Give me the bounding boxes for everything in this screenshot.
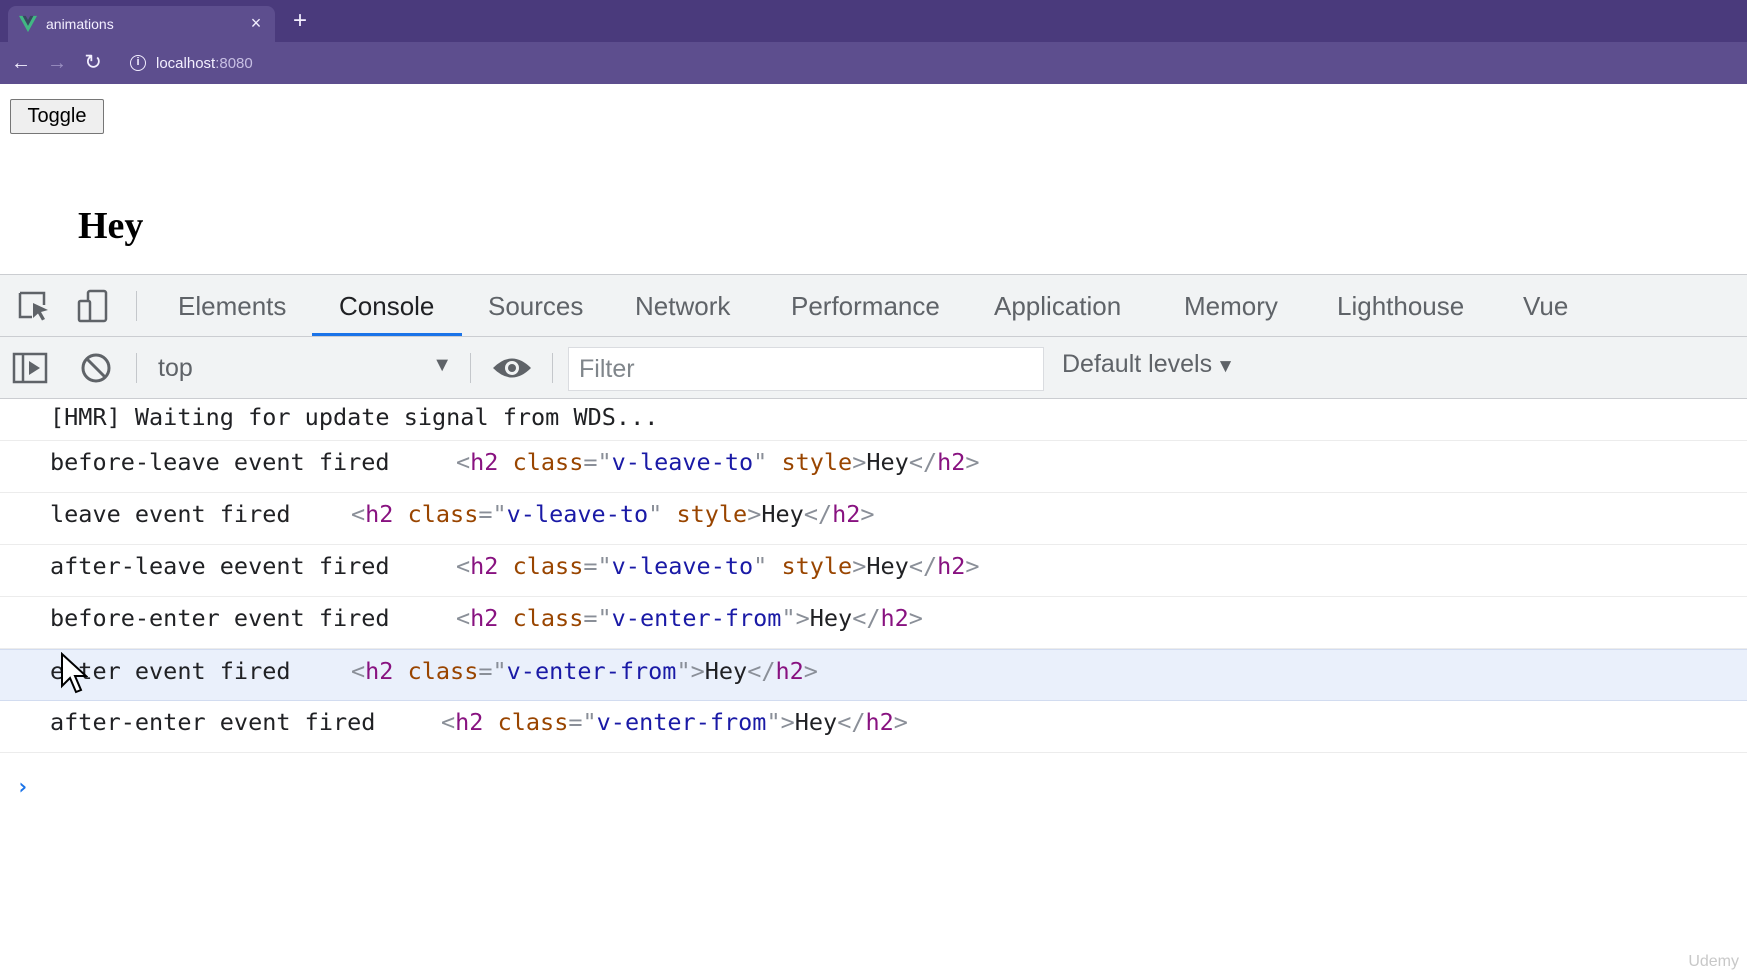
node-style-attr: style	[781, 448, 853, 476]
node-inner-text: Hey	[866, 552, 909, 580]
reload-icon[interactable]: ↻	[80, 50, 106, 76]
console-element-node[interactable]: <h2 class="v-enter-from">Hey</h2>	[441, 708, 908, 736]
node-class-value: v-enter-from	[611, 604, 782, 632]
devtools-separator	[136, 291, 137, 321]
url-host: localhost	[156, 55, 216, 72]
console-element-node[interactable]: <h2 class="v-enter-from">Hey</h2>	[456, 604, 923, 632]
console-element-node[interactable]: <h2 class="v-leave-to" style>Hey</h2>	[456, 552, 980, 580]
tab-elements[interactable]: Elements	[178, 291, 286, 322]
node-inner-text: Hey	[704, 657, 748, 685]
tab-sources[interactable]: Sources	[488, 291, 583, 322]
console-toolbar: top ▼ Default levels▼	[0, 337, 1747, 399]
browser-tabstrip: animations × +	[0, 0, 1747, 42]
console-message-text: before-leave event fired	[50, 448, 390, 476]
tab-console[interactable]: Console	[339, 291, 434, 322]
node-inner-text: Hey	[866, 448, 909, 476]
node-class-value: v-leave-to	[506, 500, 649, 528]
console-messages: [HMR] Waiting for update signal from WDS…	[0, 399, 1747, 753]
node-inner-text: Hey	[794, 708, 838, 736]
forward-arrow-icon[interactable]: →	[44, 50, 70, 76]
inspect-element-icon[interactable]	[16, 289, 52, 323]
vue-logo-icon	[19, 15, 37, 33]
console-message: after-leave eevent fired <h2 class="v-le…	[0, 545, 1747, 597]
tab-close-icon[interactable]: ×	[245, 12, 267, 34]
console-prompt-chevron-icon[interactable]: ›	[16, 775, 29, 800]
node-class-value: v-leave-to	[611, 448, 754, 476]
console-toolbar-separator	[470, 353, 471, 383]
site-info-icon[interactable]: i	[130, 55, 146, 71]
tab-memory[interactable]: Memory	[1184, 291, 1278, 322]
console-toolbar-separator	[136, 353, 137, 383]
console-message-hmr: [HMR] Waiting for update signal from WDS…	[0, 399, 1747, 441]
show-sidebar-icon[interactable]	[12, 351, 48, 385]
node-inner-text: Hey	[809, 604, 853, 632]
tab-lighthouse[interactable]: Lighthouse	[1337, 291, 1464, 322]
device-toolbar-icon[interactable]	[76, 289, 112, 323]
console-message-text: after-enter event fired	[50, 708, 376, 736]
tab-vue[interactable]: Vue	[1523, 291, 1568, 322]
node-style-attr: style	[676, 500, 748, 528]
node-class-value: v-enter-from	[596, 708, 767, 736]
context-selector[interactable]: top ▼	[148, 350, 452, 386]
toggle-button[interactable]: Toggle	[10, 99, 104, 134]
tab-application[interactable]: Application	[994, 291, 1121, 322]
tab-network[interactable]: Network	[635, 291, 730, 322]
console-message: enter event fired <h2 class="v-enter-fro…	[0, 649, 1747, 701]
console-message-text: before-enter event fired	[50, 604, 390, 632]
mouse-cursor-icon	[61, 652, 88, 694]
console-element-node[interactable]: <h2 class="v-leave-to" style>Hey</h2>	[351, 500, 875, 528]
tab-title: animations	[46, 16, 114, 32]
url-port: :8080	[215, 55, 253, 72]
node-class-value: v-enter-from	[506, 657, 677, 685]
watermark: Udemy	[1688, 953, 1739, 970]
browser-tab[interactable]: animations ×	[8, 6, 275, 42]
console-element-node[interactable]: <h2 class="v-enter-from">Hey</h2>	[351, 657, 818, 685]
address-bar[interactable]: i localhost:8080	[120, 48, 1740, 78]
node-inner-text: Hey	[761, 500, 804, 528]
console-filter-input[interactable]	[568, 347, 1044, 391]
log-levels-label: Default levels	[1062, 350, 1213, 378]
console-message-text: [HMR] Waiting for update signal from WDS…	[50, 403, 659, 431]
live-expression-eye-icon[interactable]	[490, 351, 534, 385]
console-message: before-enter event fired <h2 class="v-en…	[0, 597, 1747, 649]
node-style-attr: style	[781, 552, 853, 580]
page-viewport: Toggle Hey	[0, 84, 1747, 274]
console-message-text: leave event fired	[50, 500, 291, 528]
back-arrow-icon[interactable]: ←	[8, 50, 34, 76]
console-message: leave event fired <h2 class="v-leave-to"…	[0, 493, 1747, 545]
dropdown-arrow-icon: ▼	[432, 354, 452, 376]
log-levels-dropdown[interactable]: Default levels ▼	[1062, 350, 1235, 379]
dropdown-arrow-icon: ▼	[1216, 356, 1235, 377]
console-element-node[interactable]: <h2 class="v-leave-to" style>Hey</h2>	[456, 448, 980, 476]
browser-toolbar: ← → ↻ i localhost:8080	[0, 42, 1747, 84]
console-message: after-enter event fired <h2 class="v-ent…	[0, 701, 1747, 753]
context-label: top	[158, 354, 193, 382]
console-message-text: after-leave eevent fired	[50, 552, 390, 580]
clear-console-icon[interactable]	[78, 351, 114, 385]
tab-performance[interactable]: Performance	[791, 291, 940, 322]
new-tab-button[interactable]: +	[288, 9, 312, 33]
console-message: before-leave event fired <h2 class="v-le…	[0, 441, 1747, 493]
active-tab-indicator	[312, 333, 462, 336]
url-text: localhost:8080	[156, 55, 253, 72]
devtools-tabbar: Elements Console Sources Network Perform…	[0, 275, 1747, 337]
node-class-value: v-leave-to	[611, 552, 754, 580]
page-heading: Hey	[78, 205, 144, 247]
devtools-panel: Elements Console Sources Network Perform…	[0, 274, 1747, 979]
console-toolbar-separator	[552, 353, 553, 383]
